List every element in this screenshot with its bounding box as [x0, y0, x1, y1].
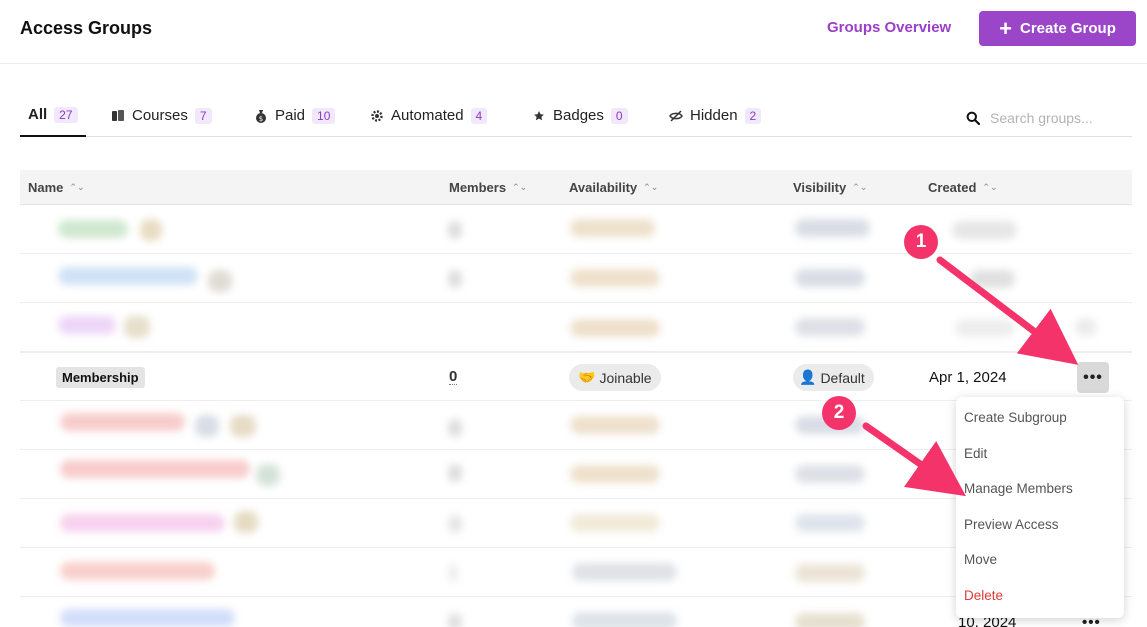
- arrow-1: [936, 256, 1079, 365]
- arrow-2: [862, 422, 966, 497]
- annotation-arrows: [862, 256, 1079, 497]
- callout-1: 1: [904, 225, 938, 259]
- callout-2: 2: [822, 396, 856, 430]
